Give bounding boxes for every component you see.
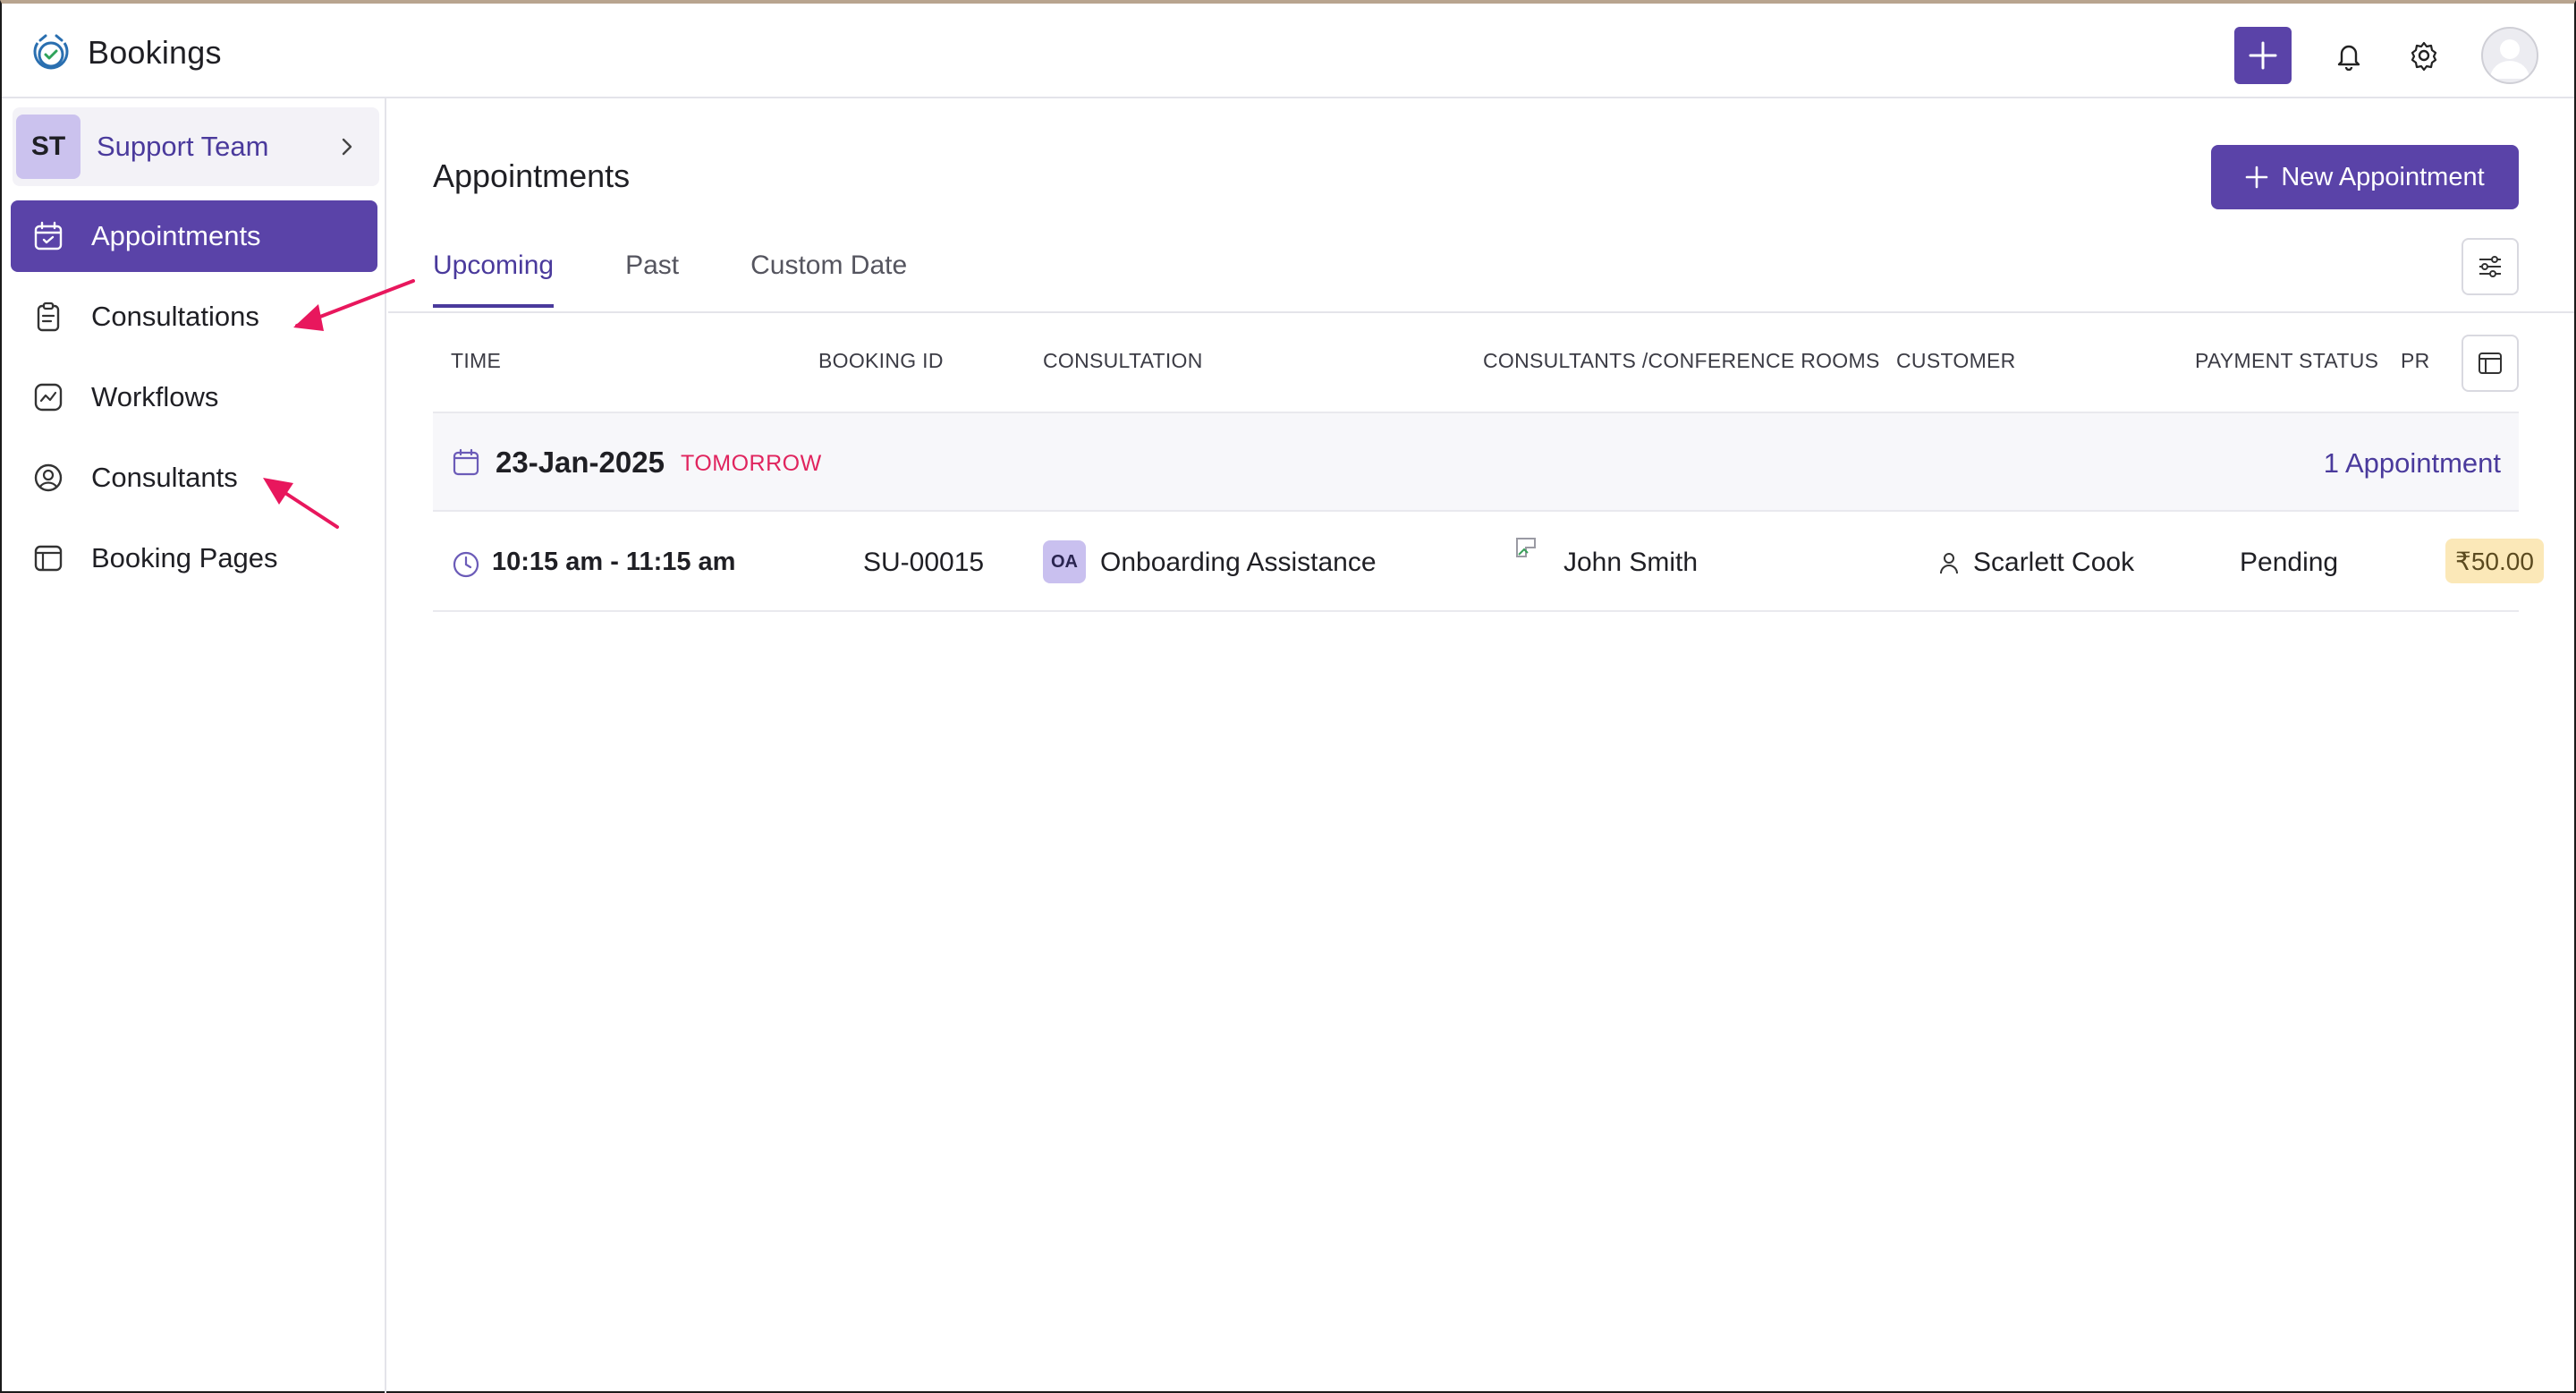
page-title: Appointments bbox=[433, 157, 631, 194]
column-header-consultants: CONSULTANTS /CONFERENCE ROOMS bbox=[1483, 349, 1880, 372]
new-appointment-label: New Appointment bbox=[2281, 162, 2485, 191]
date-group-header: 23-Jan-2025 TOMORROW 1 Appointment bbox=[433, 413, 2519, 512]
app-window: Bookings ST Support Team Appointments Co… bbox=[0, 0, 2576, 1393]
price-badge: ₹50.00 bbox=[2445, 539, 2544, 583]
workflow-icon bbox=[32, 381, 64, 413]
sidebar-item-workflows[interactable]: Workflows bbox=[11, 361, 377, 433]
appointment-time: 10:15 am - 11:15 am bbox=[492, 548, 736, 576]
group-appointment-count[interactable]: 1 Appointment bbox=[2324, 447, 2501, 480]
chevron-right-icon bbox=[342, 138, 352, 156]
column-header-consultation: CONSULTATION bbox=[1043, 349, 1203, 372]
consultation-name: Onboarding Assistance bbox=[1100, 548, 1377, 577]
notifications-button[interactable] bbox=[2331, 38, 2367, 73]
filter-button[interactable] bbox=[2462, 238, 2519, 295]
sidebar-item-label: Consultations bbox=[91, 301, 259, 332]
column-header-booking-id: BOOKING ID bbox=[818, 349, 944, 372]
group-relative-tag: TOMORROW bbox=[681, 451, 822, 476]
column-header-price: PR bbox=[2401, 349, 2430, 372]
plus-icon bbox=[2249, 41, 2277, 70]
payment-status: Pending bbox=[2240, 548, 2339, 577]
user-avatar-icon bbox=[2490, 39, 2529, 79]
user-circle-icon bbox=[32, 462, 64, 494]
user-avatar[interactable] bbox=[2481, 27, 2538, 84]
group-date: 23-Jan-2025 bbox=[496, 446, 665, 479]
team-name: Support Team bbox=[97, 131, 269, 162]
calendar-check-icon bbox=[32, 220, 64, 252]
sidebar-nav: Appointments Consultations Workflows Con… bbox=[11, 200, 377, 603]
table-row[interactable]: 10:15 am - 11:15 am SU-00015 OA Onboardi… bbox=[433, 512, 2544, 612]
app-title: Bookings bbox=[88, 34, 222, 71]
consultation-badge: OA bbox=[1043, 540, 1086, 583]
tabs-divider bbox=[388, 311, 2574, 313]
new-appointment-button[interactable]: New Appointment bbox=[2211, 145, 2519, 209]
broken-image-icon bbox=[1516, 538, 1536, 557]
team-switcher[interactable]: ST Support Team bbox=[13, 107, 379, 186]
booking-page-icon bbox=[32, 542, 64, 574]
person-icon bbox=[1940, 553, 1958, 574]
clock-icon bbox=[453, 551, 479, 578]
settings-button[interactable] bbox=[2406, 38, 2442, 73]
plus-icon bbox=[2246, 166, 2268, 189]
main-content: Appointments New Appointment Upcoming Pa… bbox=[388, 98, 2574, 1393]
bookings-logo-icon bbox=[33, 34, 69, 70]
annotation-arrow-consultants bbox=[263, 478, 339, 529]
appointment-tabs: Upcoming Past Custom Date bbox=[433, 251, 979, 308]
consultant-name: John Smith bbox=[1563, 548, 1699, 577]
column-header-time: TIME bbox=[451, 349, 502, 372]
tab-past[interactable]: Past bbox=[625, 251, 679, 308]
tab-custom-date[interactable]: Custom Date bbox=[750, 251, 907, 308]
table-columns-icon bbox=[2479, 352, 2502, 374]
booking-id: SU-00015 bbox=[863, 548, 985, 577]
top-bar: Bookings bbox=[2, 4, 2574, 98]
bell-icon bbox=[2337, 45, 2360, 71]
tab-upcoming[interactable]: Upcoming bbox=[433, 251, 555, 308]
team-badge: ST bbox=[16, 115, 80, 179]
sidebar-item-label: Appointments bbox=[91, 220, 261, 251]
column-header-payment-status: PAYMENT STATUS bbox=[2195, 349, 2379, 372]
sidebar-item-appointments[interactable]: Appointments bbox=[11, 200, 377, 272]
sidebar-item-label: Booking Pages bbox=[91, 542, 278, 573]
column-header-customer: CUSTOMER bbox=[1896, 349, 2016, 372]
clipboard-icon bbox=[32, 301, 64, 333]
brand[interactable]: Bookings bbox=[29, 30, 222, 75]
quick-add-button[interactable] bbox=[2234, 27, 2292, 84]
annotation-arrow-consultations bbox=[293, 279, 415, 331]
column-settings-button[interactable] bbox=[2462, 335, 2519, 392]
top-actions bbox=[2234, 27, 2538, 84]
sidebar-item-label: Consultants bbox=[91, 462, 238, 493]
calendar-icon bbox=[453, 448, 479, 476]
sliders-icon bbox=[2479, 256, 2501, 277]
customer-name[interactable]: Scarlett Cook bbox=[1973, 548, 2134, 578]
gear-icon bbox=[2411, 41, 2437, 72]
sidebar-item-label: Workflows bbox=[91, 381, 219, 412]
